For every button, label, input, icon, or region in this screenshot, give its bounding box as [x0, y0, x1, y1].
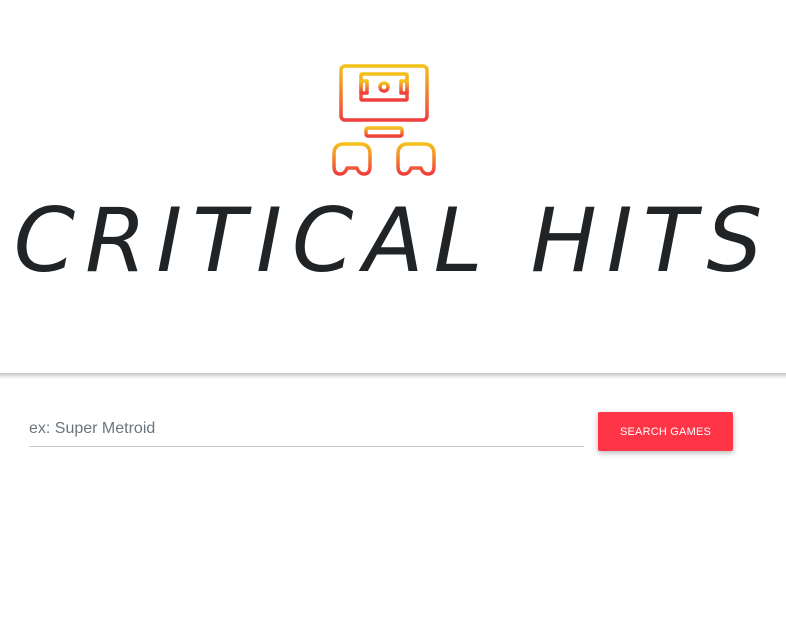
hero-divider — [0, 373, 786, 379]
search-input[interactable] — [29, 411, 584, 447]
site-title: CRITICAL HITS — [13, 189, 773, 292]
hero-banner: CRITICAL HITS — [0, 0, 786, 373]
page: CRITICAL HITS SEARCH GAMES — [0, 0, 786, 620]
search-games-button[interactable]: SEARCH GAMES — [598, 412, 733, 451]
game-console-monitor-icon — [332, 64, 436, 176]
